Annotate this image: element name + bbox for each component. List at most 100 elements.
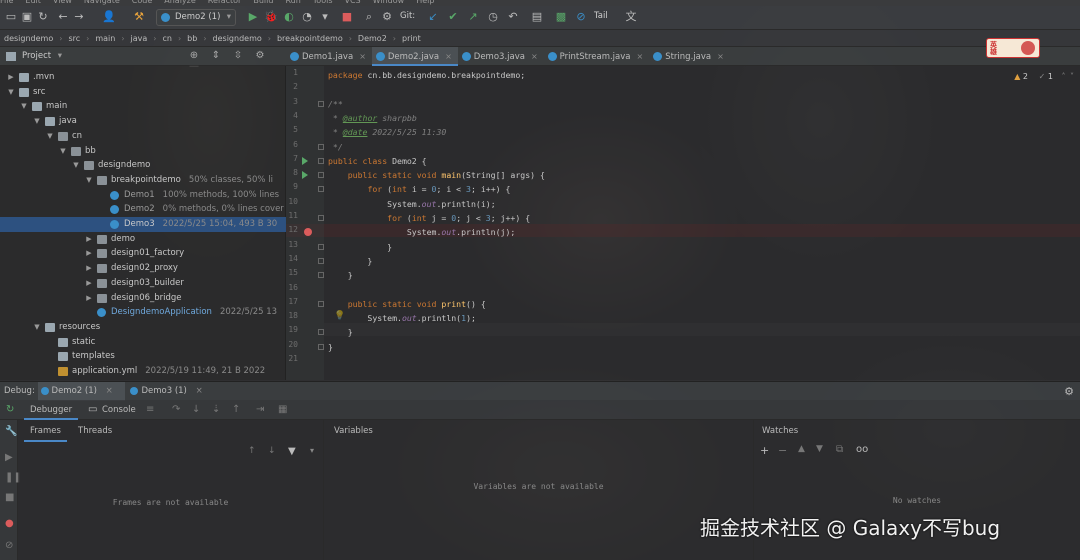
close-icon[interactable]: × — [637, 52, 644, 61]
translate-icon[interactable]: 文 — [624, 10, 638, 24]
editor-tab[interactable]: Demo1.java × — [286, 47, 372, 66]
gear-icon[interactable]: ⚙ — [1064, 385, 1074, 398]
list-icon[interactable]: ≡ — [146, 400, 154, 420]
breadcrumb-item[interactable]: main — [95, 34, 115, 43]
menu-item[interactable]: Help — [416, 0, 434, 5]
git-commit-icon[interactable]: ✔ — [446, 10, 460, 24]
chevron-right-icon[interactable]: ▶ — [85, 246, 93, 261]
stop-icon[interactable]: ■ — [5, 492, 14, 503]
tab-console[interactable]: Console — [96, 400, 142, 420]
close-icon[interactable]: × — [531, 52, 538, 61]
tree-item[interactable]: ▼ main — [0, 99, 286, 114]
menu-item[interactable]: Analyze — [164, 0, 196, 5]
editor-gutter[interactable]: 123456789101112131415161718192021💡 — [286, 66, 345, 380]
run-icon[interactable]: ▶ — [246, 10, 260, 24]
chevron-right-icon[interactable]: ▶ — [85, 232, 93, 247]
chevron-down-icon[interactable]: ▼ — [33, 320, 41, 335]
tree-item[interactable]: ▶ design06_bridge — [0, 291, 286, 306]
chevron-down-icon[interactable]: ▼ — [46, 129, 54, 144]
debug-tab-demo2[interactable]: Demo2 (1) × — [37, 382, 125, 401]
tree-item[interactable]: ▶ .mvn — [0, 70, 286, 85]
git-update-icon[interactable]: ↙ — [426, 10, 440, 24]
step-into-icon[interactable]: ↓ — [192, 400, 200, 420]
chevron-right-icon[interactable]: ▶ — [85, 291, 93, 306]
user-icon[interactable]: 👤 — [102, 10, 116, 24]
chevron-right-icon[interactable]: ▶ — [85, 261, 93, 276]
tree-item[interactable]: ▶ design02_proxy — [0, 261, 286, 276]
close-icon[interactable]: × — [445, 52, 452, 61]
tree-item[interactable]: application.yml 2022/5/19 11:49, 21 B 202… — [0, 364, 286, 379]
breadcrumb-item[interactable]: breakpointdemo — [277, 34, 343, 43]
sync-icon[interactable]: ↻ — [36, 10, 50, 24]
add-watch-icon[interactable]: + — [760, 444, 769, 457]
glasses-icon[interactable]: oo — [856, 444, 868, 455]
menu-item[interactable]: Run — [285, 0, 300, 5]
run-more-icon[interactable]: ▾ — [318, 10, 332, 24]
search-everywhere-icon[interactable]: ⌕ — [362, 10, 376, 24]
stop-icon[interactable]: ■ — [340, 10, 354, 24]
git-history-icon[interactable]: ◷ — [486, 10, 500, 24]
forward-icon[interactable]: → — [72, 10, 86, 24]
tail-button[interactable]: Tail — [594, 11, 608, 21]
remove-watch-icon[interactable]: − — [778, 444, 787, 457]
chevron-right-icon[interactable]: ▶ — [85, 276, 93, 291]
menu-item[interactable]: Tools — [313, 0, 333, 5]
wrench-icon[interactable]: 🔧 — [5, 426, 17, 437]
tree-item[interactable]: ▼ src — [0, 85, 286, 100]
menu-item[interactable]: View — [53, 0, 72, 5]
tree-item[interactable]: Demo3 2022/5/25 15:04, 493 B 30 — [0, 217, 286, 232]
tree-item[interactable]: ▼ breakpointdemo 50% classes, 50% li — [0, 173, 286, 188]
expand-all-icon[interactable]: ⇳ — [230, 50, 246, 61]
build-hammer-icon[interactable]: ⚒ — [132, 10, 146, 24]
back-icon[interactable]: ← — [56, 10, 70, 24]
profile-icon[interactable]: ◔ — [300, 10, 314, 24]
tree-item[interactable]: Demo2 0% methods, 0% lines cover — [0, 202, 286, 217]
inspection-widget[interactable]: ▲ 2 ✓ 1 ˄ ˅ — [1014, 72, 1074, 81]
tab-debugger[interactable]: Debugger — [24, 400, 79, 420]
debug-tab-demo3[interactable]: Demo3 (1) × — [127, 382, 214, 401]
breadcrumb-item[interactable]: java — [131, 34, 148, 43]
breadcrumb-item[interactable]: designdemo — [213, 34, 262, 43]
chevron-down-icon[interactable]: ▼ — [20, 99, 28, 114]
tree-item[interactable]: ▶ demo — [0, 232, 286, 247]
collapse-all-icon[interactable]: ⇕ — [208, 50, 224, 61]
tree-item[interactable]: ▼ resources — [0, 320, 286, 335]
chevron-down-icon[interactable]: ▼ — [85, 173, 93, 188]
presentation-icon[interactable]: ▤ — [530, 10, 544, 24]
editor-tab[interactable]: Demo3.java × — [458, 47, 544, 66]
move-up-icon[interactable]: ▲ — [798, 444, 805, 454]
chevron-down-icon[interactable]: ˅ — [1070, 72, 1074, 81]
settings-icon[interactable]: ⚙ — [380, 10, 394, 24]
coverage-icon[interactable]: ◐ — [282, 10, 296, 24]
rerun-icon[interactable]: ↻ — [6, 400, 14, 420]
editor-tab[interactable]: String.java × — [649, 47, 730, 66]
debug-icon[interactable]: 🐞 — [264, 10, 278, 24]
duplicate-icon[interactable]: ⧉ — [836, 444, 843, 455]
git-push-icon[interactable]: ↗ — [466, 10, 480, 24]
tree-item[interactable]: static — [0, 335, 286, 350]
close-icon[interactable]: × — [717, 52, 724, 61]
view-breakpoints-icon[interactable]: ● — [5, 518, 14, 529]
force-step-into-icon[interactable]: ⇣ — [212, 400, 220, 420]
breadcrumb-item[interactable]: Demo2 — [358, 34, 387, 43]
tab-frames[interactable]: Frames — [24, 420, 67, 442]
filter-icon[interactable]: ▼ — [288, 446, 296, 457]
project-icon[interactable]: ▭ — [4, 10, 18, 24]
run-config-select[interactable]: Demo2 (1) ▾ — [156, 9, 236, 26]
menu-item[interactable]: Window — [373, 0, 405, 5]
save-icon[interactable]: ▣ — [20, 10, 34, 24]
chevron-down-icon[interactable]: ▼ — [7, 85, 15, 100]
menu-item[interactable]: Refactor — [208, 0, 242, 5]
breadcrumb-item[interactable]: src — [68, 34, 80, 43]
locate-icon[interactable]: ⊕ — [186, 50, 202, 61]
tree-item[interactable]: ▼ java — [0, 114, 286, 129]
menu-item[interactable]: Edit — [25, 0, 41, 5]
move-down-icon[interactable]: ▼ — [816, 444, 823, 454]
close-icon[interactable]: × — [196, 386, 203, 396]
editor-tab[interactable]: PrintStream.java × — [544, 47, 650, 66]
chevron-down-icon[interactable]: ▾ — [310, 446, 314, 455]
close-icon[interactable]: × — [359, 52, 366, 61]
menu-item[interactable]: Code — [132, 0, 152, 5]
run-gutter-icon[interactable] — [302, 171, 308, 180]
close-icon[interactable]: × — [106, 386, 113, 396]
